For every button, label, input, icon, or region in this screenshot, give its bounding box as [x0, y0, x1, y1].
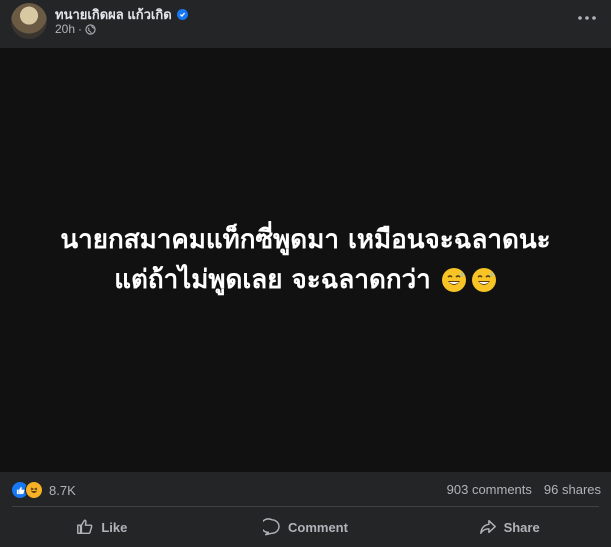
reaction-count: 8.7K [49, 482, 76, 498]
share-icon [479, 519, 496, 535]
reactions-summary[interactable]: 8.7K [11, 481, 76, 499]
share-label: Share [503, 519, 540, 535]
post-text-1: นายกสมาคมแท็กซี่พูดมา เหมือนจะฉลาดนะ [60, 225, 551, 255]
post-text-2: แต่ถ้าไม่พูดเลย จะฉลาดกว่า [114, 265, 431, 295]
post-stats: 8.7K 903 comments 96 shares [0, 472, 611, 506]
verified-badge-icon [176, 9, 188, 20]
meta-separator: · [78, 22, 83, 36]
sweat-smile-emoji-icon [441, 268, 466, 292]
haha-reaction-icon [25, 481, 43, 499]
post-meta: 20h · [55, 22, 96, 36]
sweat-smile-emoji-icon [471, 268, 496, 292]
like-button[interactable]: Like [7, 511, 197, 543]
post-text-line-1: นายกสมาคมแท็กซี่พูดมา เหมือนจะฉลาดนะ [60, 220, 550, 260]
comment-button[interactable]: Comment [210, 511, 400, 543]
share-button[interactable]: Share [414, 511, 604, 543]
like-label: Like [101, 519, 128, 535]
avatar[interactable] [11, 3, 47, 39]
thumbs-up-icon [77, 519, 93, 535]
share-count[interactable]: 96 shares [544, 482, 601, 497]
globe-icon [85, 23, 96, 35]
post-header: ทนายเกิดผล แก้วเกิด 20h · [0, 0, 611, 48]
comment-icon [263, 518, 280, 536]
post-text-line-2: แต่ถ้าไม่พูดเลย จะฉลาดกว่า [114, 260, 497, 300]
post-content: นายกสมาคมแท็กซี่พูดมา เหมือนจะฉลาดนะ แต่… [0, 48, 611, 472]
more-icon[interactable] [575, 8, 599, 28]
comment-count[interactable]: 903 comments [447, 482, 532, 497]
post-time[interactable]: 20h [55, 22, 75, 36]
comment-label: Comment [288, 519, 348, 535]
action-bar: Like Comment Share [0, 507, 611, 547]
engagement-counts: 903 comments 96 shares [447, 482, 601, 497]
